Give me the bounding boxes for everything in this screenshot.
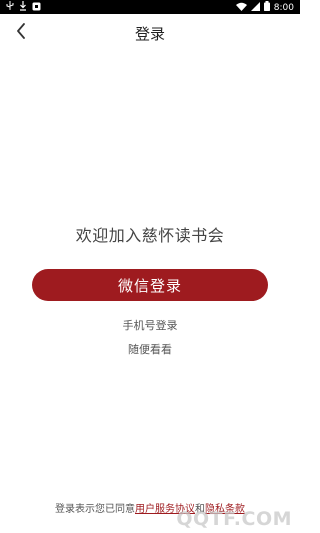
guest-browse-link[interactable]: 随便看看 bbox=[0, 341, 300, 357]
page-title: 登录 bbox=[134, 25, 165, 43]
usb-icon bbox=[6, 1, 14, 15]
status-right-icons: 8:00 bbox=[235, 1, 294, 15]
phone-login-link[interactable]: 手机号登录 bbox=[0, 317, 300, 333]
watermark: QQTF.COM bbox=[176, 508, 292, 530]
status-bar: 8:00 bbox=[0, 0, 300, 14]
battery-icon bbox=[263, 1, 270, 15]
welcome-text: 欢迎加入慈怀读书会 bbox=[75, 226, 225, 245]
wifi-icon bbox=[235, 2, 247, 15]
wechat-login-button[interactable]: 微信登录 bbox=[32, 269, 268, 301]
notification-icon bbox=[32, 2, 41, 15]
agreement-prefix: 登录表示您已同意 bbox=[55, 504, 135, 515]
nav-bar: 登录 bbox=[0, 14, 300, 54]
status-left-icons bbox=[6, 1, 41, 15]
download-icon bbox=[19, 1, 27, 15]
status-time: 8:00 bbox=[273, 3, 294, 13]
signal-icon bbox=[250, 1, 260, 15]
